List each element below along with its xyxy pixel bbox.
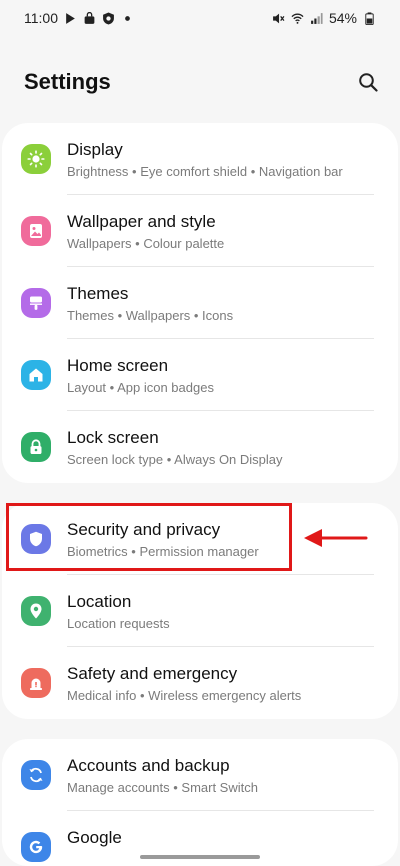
settings-item-title: Safety and emergency [67, 664, 238, 683]
settings-item-title: Google [67, 828, 122, 847]
settings-item-subtitle: Themes • Wallpapers • Icons [67, 308, 234, 323]
settings-item-title: Home screen [67, 356, 169, 375]
bag-icon [84, 11, 95, 24]
status-time: 11:00 [24, 10, 58, 26]
location-pin-icon [21, 596, 51, 626]
settings-item-accounts-backup[interactable]: Accounts and backup Manage accounts • Sm… [2, 739, 398, 811]
wifi-icon [291, 13, 304, 24]
shield-status-icon [103, 12, 114, 24]
settings-item-display[interactable]: Display Brightness • Eye comfort shield … [2, 123, 398, 195]
siren-icon [21, 668, 51, 698]
status-right: 54% [272, 10, 376, 26]
settings-item-title: Themes [67, 284, 129, 303]
settings-item-title: Accounts and backup [67, 756, 230, 775]
settings-group-display: Display Brightness • Eye comfort shield … [2, 123, 398, 483]
brush-icon [21, 288, 51, 318]
settings-item-subtitle: Wallpapers • Colour palette [67, 236, 225, 251]
settings-group-accounts: Accounts and backup Manage accounts • Sm… [2, 739, 398, 866]
shield-icon [21, 524, 51, 554]
settings-item-subtitle: Medical info • Wireless emergency alerts [67, 688, 302, 703]
settings-item-title: Location [67, 592, 132, 611]
sun-icon [21, 144, 51, 174]
settings-item-title: Wallpaper and style [67, 212, 216, 231]
settings-item-themes[interactable]: Themes Themes • Wallpapers • Icons [2, 267, 398, 339]
header: Settings [24, 62, 382, 102]
home-indicator[interactable] [140, 855, 260, 859]
settings-item-home-screen[interactable]: Home screen Layout • App icon badges [2, 339, 398, 411]
settings-item-text: Home screen Layout • App icon badges [67, 356, 374, 397]
settings-item-text: Location Location requests [67, 592, 374, 633]
search-button[interactable] [354, 68, 382, 96]
settings-item-wallpaper[interactable]: Wallpaper and style Wallpapers • Colour … [2, 195, 398, 267]
play-store-icon [66, 12, 75, 24]
settings-item-text: Display Brightness • Eye comfort shield … [67, 140, 374, 181]
settings-item-text: Lock screen Screen lock type • Always On… [67, 428, 374, 469]
settings-item-text: Themes Themes • Wallpapers • Icons [67, 284, 374, 325]
mute-icon [273, 13, 285, 23]
settings-item-text: Accounts and backup Manage accounts • Sm… [67, 756, 374, 797]
settings-item-lock-screen[interactable]: Lock screen Screen lock type • Always On… [2, 411, 398, 483]
dot-icon [125, 15, 130, 21]
settings-item-location[interactable]: Location Location requests [2, 575, 398, 647]
settings-item-title: Display [67, 140, 123, 159]
home-icon [21, 360, 51, 390]
settings-item-title: Lock screen [67, 428, 159, 447]
settings-item-text: Google [67, 828, 374, 851]
settings-item-subtitle: Location requests [67, 616, 170, 631]
settings-item-text: Wallpaper and style Wallpapers • Colour … [67, 212, 374, 253]
arrow-left-icon [304, 529, 368, 547]
wallpaper-icon [21, 216, 51, 246]
settings-item-subtitle: Manage accounts • Smart Switch [67, 780, 258, 795]
settings-item-subtitle: Brightness • Eye comfort shield • Naviga… [67, 164, 343, 179]
settings-item-text: Safety and emergency Medical info • Wire… [67, 664, 374, 705]
status-bar: 11:00 54% [0, 0, 400, 36]
sync-icon [21, 760, 51, 790]
battery-percent: 54% [328, 10, 357, 26]
search-icon [359, 73, 378, 92]
page-title: Settings [24, 69, 111, 94]
google-icon [21, 832, 51, 862]
lock-icon [21, 432, 51, 462]
settings-item-safety-emergency[interactable]: Safety and emergency Medical info • Wire… [2, 647, 398, 719]
battery-icon [365, 11, 374, 25]
settings-item-subtitle: Screen lock type • Always On Display [67, 452, 283, 467]
signal-icon [311, 12, 323, 24]
status-left: 11:00 [24, 10, 134, 26]
settings-item-subtitle: Layout • App icon badges [67, 380, 214, 395]
